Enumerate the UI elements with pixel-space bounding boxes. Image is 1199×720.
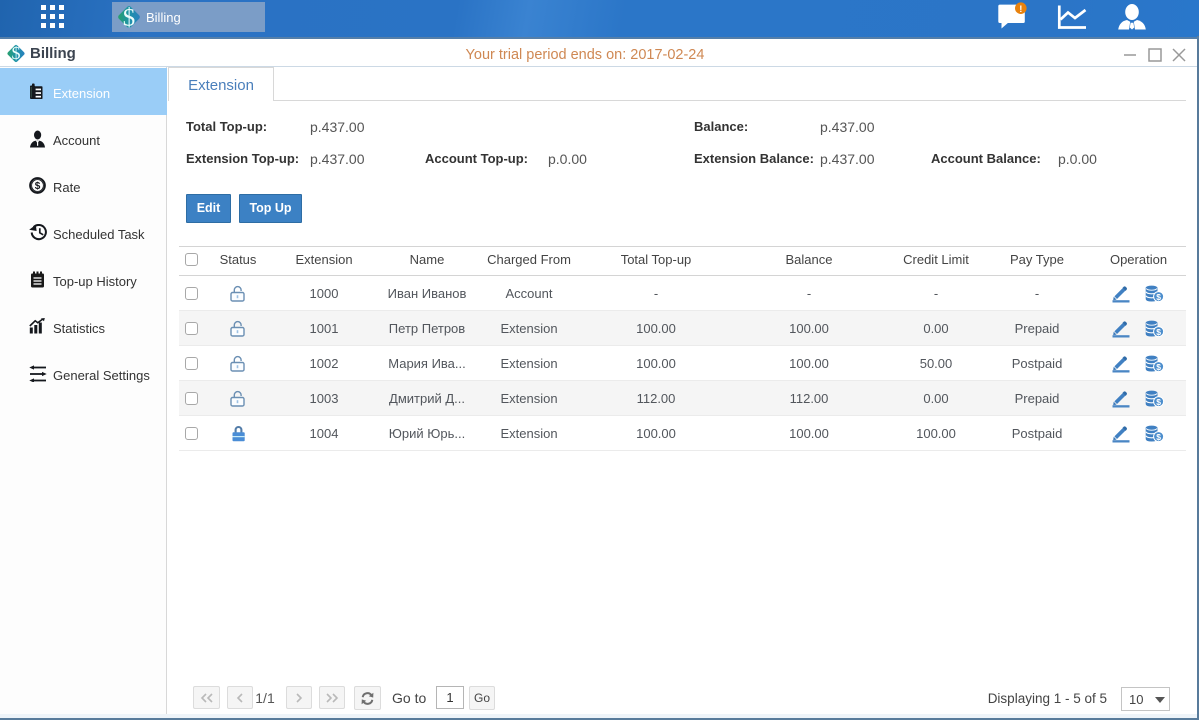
svg-text:!: ! bbox=[1019, 4, 1022, 15]
svg-text:$: $ bbox=[123, 5, 136, 31]
svg-text:$: $ bbox=[35, 181, 41, 192]
